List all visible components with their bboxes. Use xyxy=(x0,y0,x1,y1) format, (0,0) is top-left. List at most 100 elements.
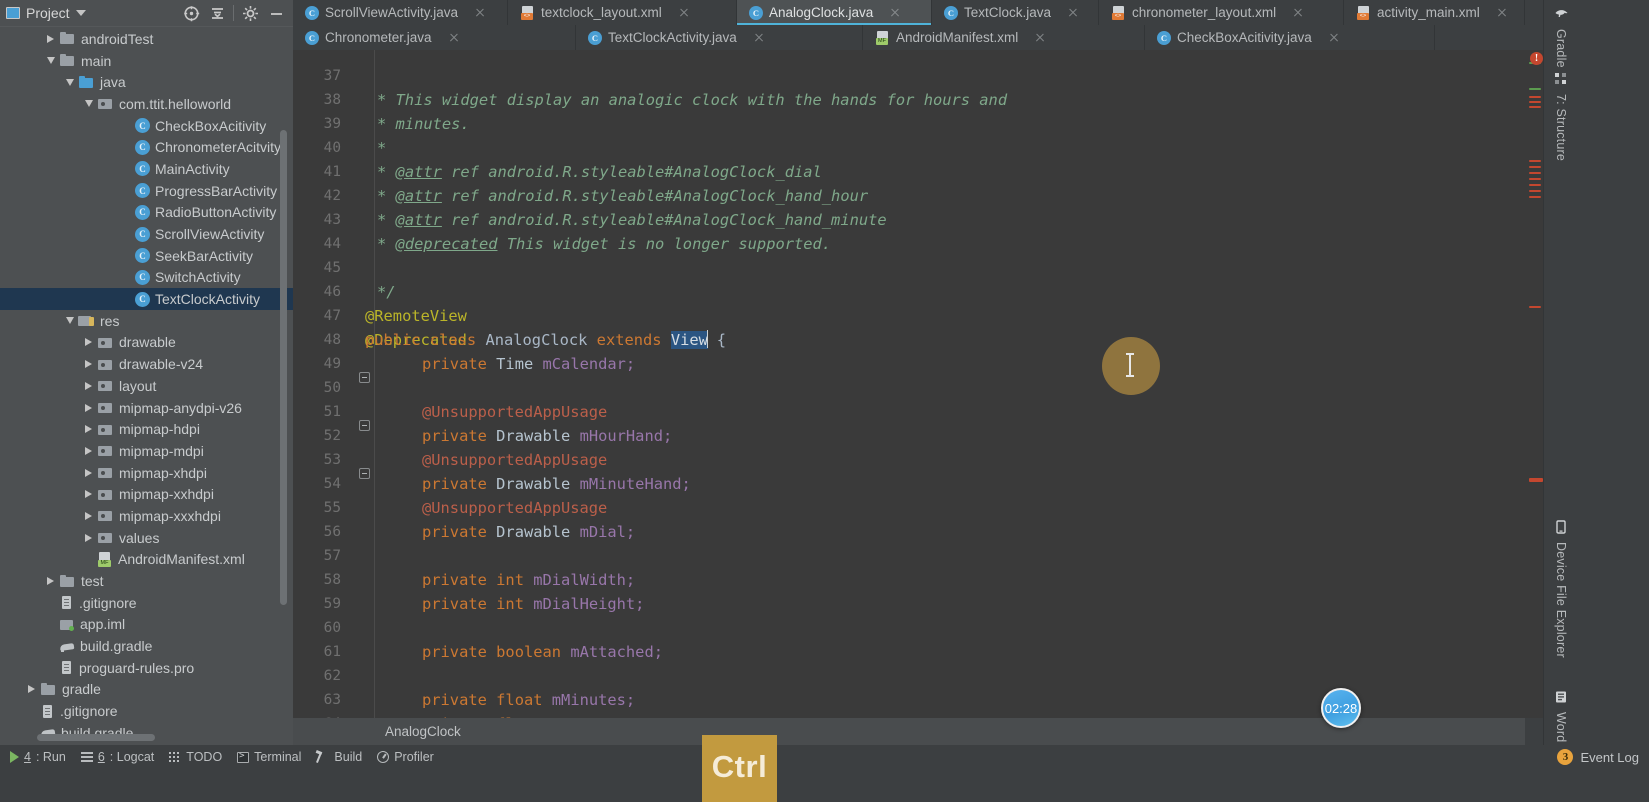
marker-red[interactable] xyxy=(1529,478,1543,482)
event-log-group[interactable]: 3 Event Log xyxy=(1557,745,1639,769)
project-panel-title-group[interactable]: Project xyxy=(6,5,86,21)
tree-item-radiobuttonactivity[interactable]: C RadioButtonActivity xyxy=(0,202,293,224)
chevron-down-icon[interactable] xyxy=(75,10,86,16)
rail-item-gradle[interactable]: Gradle xyxy=(1548,6,1574,68)
chevron-right-icon[interactable] xyxy=(82,379,95,392)
chevron-right-icon[interactable] xyxy=(82,531,95,544)
locate-icon[interactable] xyxy=(178,1,204,25)
editor-tab-textclock-java[interactable]: C TextClock.java xyxy=(932,0,1099,25)
minimize-icon[interactable] xyxy=(263,1,289,25)
breadcrumb-path[interactable]: AnalogClock xyxy=(385,724,461,739)
tree-item-gitignore[interactable]: .gitignore xyxy=(0,700,293,722)
project-tree-vertical-scrollbar[interactable] xyxy=(280,130,287,605)
close-icon[interactable] xyxy=(1292,7,1304,19)
marker-red[interactable] xyxy=(1529,196,1541,198)
tree-item-progressbaractivity[interactable]: C ProgressBarActivity xyxy=(0,180,293,202)
status-bar-profiler[interactable]: Profiler xyxy=(373,745,445,769)
marker-red[interactable] xyxy=(1529,160,1541,162)
editor-tab-scrollviewactivity-java[interactable]: C ScrollViewActivity.java xyxy=(293,0,508,25)
marker-green[interactable] xyxy=(1529,88,1541,90)
chevron-right-icon[interactable] xyxy=(25,683,38,696)
tree-item-layout[interactable]: layout xyxy=(0,375,293,397)
tree-item-app-iml[interactable]: app.iml xyxy=(0,614,293,636)
settings-gear-icon[interactable] xyxy=(237,1,263,25)
editor-tab-textclock-layout-xml[interactable]: textclock_layout.xml xyxy=(508,0,737,25)
close-icon[interactable] xyxy=(448,32,460,44)
tree-item-switchactivity[interactable]: C SwitchActivity xyxy=(0,267,293,289)
chevron-right-icon[interactable] xyxy=(82,509,95,522)
editor-tab-androidmanifest-xml[interactable]: AndroidManifest.xml xyxy=(863,25,1145,50)
close-icon[interactable] xyxy=(753,32,765,44)
tree-item-proguard-rules-pro[interactable]: proguard-rules.pro xyxy=(0,657,293,679)
event-log-label[interactable]: Event Log xyxy=(1580,750,1639,765)
tree-item-build-gradle[interactable]: build.gradle xyxy=(0,635,293,657)
chevron-right-icon[interactable] xyxy=(82,466,95,479)
tree-item-seekbaractivity[interactable]: C SeekBarActivity xyxy=(0,245,293,267)
tree-item-main[interactable]: main xyxy=(0,50,293,72)
close-icon[interactable] xyxy=(678,7,690,19)
marker-red[interactable] xyxy=(1529,190,1541,192)
code-editor[interactable]: 37 * This widget display an analogic clo… xyxy=(293,50,1525,718)
status-bar-build[interactable]: Build xyxy=(312,745,373,769)
chevron-down-icon[interactable] xyxy=(44,54,57,67)
close-icon[interactable] xyxy=(474,7,486,19)
tree-item-mainactivity[interactable]: C MainActivity xyxy=(0,158,293,180)
status-bar-logcat[interactable]: 6: Logcat xyxy=(77,745,165,769)
status-bar-run[interactable]: 4: Run xyxy=(6,745,77,769)
chevron-right-icon[interactable] xyxy=(82,336,95,349)
tree-item-mipmap-xxxhdpi[interactable]: mipmap-xxxhdpi xyxy=(0,505,293,527)
marker-red[interactable] xyxy=(1529,178,1541,180)
chevron-down-icon[interactable] xyxy=(63,76,76,89)
marker-red[interactable] xyxy=(1529,166,1541,168)
chevron-right-icon[interactable] xyxy=(44,32,57,45)
editor-tab-textclockactivity-java[interactable]: C TextClockActivity.java xyxy=(576,25,863,50)
chevron-down-icon[interactable] xyxy=(82,97,95,110)
chevron-down-icon[interactable] xyxy=(63,314,76,327)
marker-red[interactable] xyxy=(1529,106,1541,108)
tree-item-java[interactable]: java xyxy=(0,71,293,93)
tree-item-chronometeracitvity[interactable]: C ChronometerAcitvity xyxy=(0,136,293,158)
chevron-right-icon[interactable] xyxy=(44,575,57,588)
tree-item-drawable-v24[interactable]: drawable-v24 xyxy=(0,353,293,375)
tree-item-mipmap-mdpi[interactable]: mipmap-mdpi xyxy=(0,440,293,462)
tree-item-com-ttit-helloworld[interactable]: com.ttit.helloworld xyxy=(0,93,293,115)
analysis-status-icon[interactable]: ! xyxy=(1530,52,1543,65)
editor-tab-analogclock-java[interactable]: C AnalogClock.java xyxy=(737,0,932,25)
status-bar-todo[interactable]: TODO xyxy=(165,745,233,769)
tree-item-mipmap-xhdpi[interactable]: mipmap-xhdpi xyxy=(0,462,293,484)
code-content[interactable]: 37 * This widget display an analogic clo… xyxy=(293,50,1525,718)
tree-item-gradle[interactable]: gradle xyxy=(0,679,293,701)
chevron-right-icon[interactable] xyxy=(82,444,95,457)
tree-item-mipmap-hdpi[interactable]: mipmap-hdpi xyxy=(0,418,293,440)
marker-red[interactable] xyxy=(1529,101,1541,103)
close-icon[interactable] xyxy=(1496,7,1508,19)
editor-tab-checkboxacitivity-java[interactable]: C CheckBoxAcitivity.java xyxy=(1145,25,1435,50)
tree-item-textclockactivity[interactable]: C TextClockActivity xyxy=(0,288,293,310)
marker-red[interactable] xyxy=(1529,96,1541,98)
tree-item-checkboxacitivity[interactable]: C CheckBoxAcitivity xyxy=(0,115,293,137)
editor-marker-strip[interactable] xyxy=(1525,50,1543,718)
marker-red[interactable] xyxy=(1529,172,1541,174)
tree-item-androidmanifest-xml[interactable]: AndroidManifest.xml xyxy=(0,549,293,571)
tree-item-mipmap-anydpi-v26[interactable]: mipmap-anydpi-v26 xyxy=(0,397,293,419)
chevron-right-icon[interactable] xyxy=(82,423,95,436)
tree-item-gitignore[interactable]: .gitignore xyxy=(0,592,293,614)
tree-item-values[interactable]: values xyxy=(0,527,293,549)
close-icon[interactable] xyxy=(1067,7,1079,19)
marker-red[interactable] xyxy=(1529,184,1541,186)
tree-item-test[interactable]: test xyxy=(0,570,293,592)
chevron-right-icon[interactable] xyxy=(82,488,95,501)
tree-item-mipmap-xxhdpi[interactable]: mipmap-xxhdpi xyxy=(0,483,293,505)
rail-item-device-file-explorer[interactable]: Device File Explorer xyxy=(1548,520,1574,658)
project-tree-horizontal-scrollbar[interactable] xyxy=(37,734,155,741)
tree-item-scrollviewactivity[interactable]: C ScrollViewActivity xyxy=(0,223,293,245)
tree-item-drawable[interactable]: drawable xyxy=(0,332,293,354)
tree-item-androidtest[interactable]: androidTest xyxy=(0,28,293,50)
close-icon[interactable] xyxy=(889,7,901,19)
chevron-right-icon[interactable] xyxy=(82,358,95,371)
tree-item-res[interactable]: res xyxy=(0,310,293,332)
chevron-right-icon[interactable] xyxy=(82,401,95,414)
editor-tab-activity-main-xml[interactable]: activity_main.xml xyxy=(1344,0,1525,25)
close-icon[interactable] xyxy=(1034,32,1046,44)
status-bar-terminal[interactable]: Terminal xyxy=(233,745,312,769)
